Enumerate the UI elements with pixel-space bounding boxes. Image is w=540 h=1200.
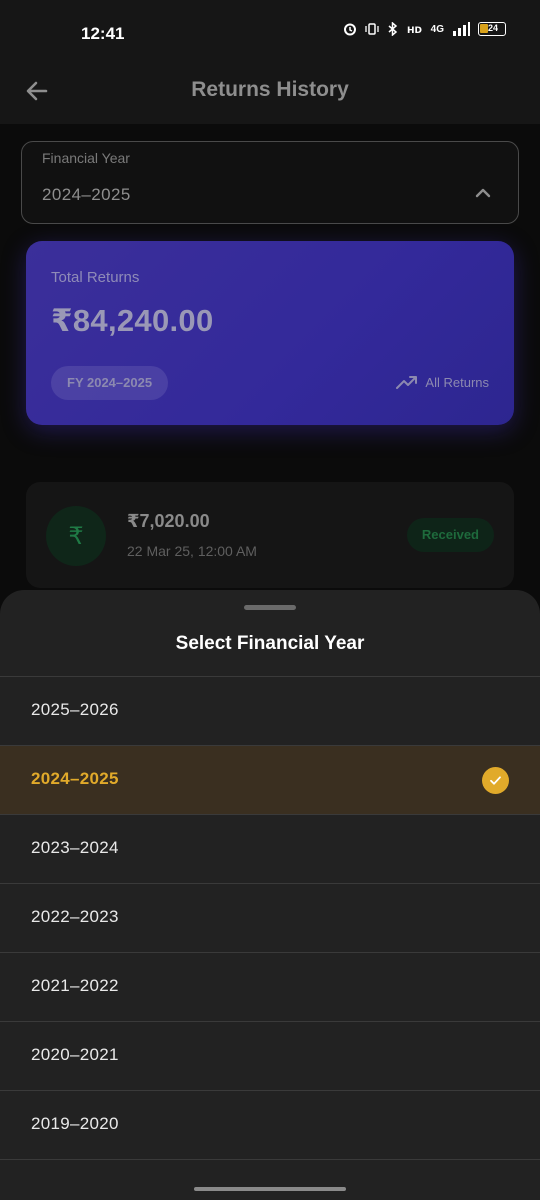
- status-badge: Received: [406, 518, 494, 552]
- fy-chip: FY 2024–2025: [51, 366, 169, 400]
- status-bar: 12:41 HD 4G 24: [0, 0, 540, 64]
- year-option-label: 2022–2023: [31, 907, 119, 926]
- hd-icon: HD: [407, 26, 422, 36]
- trending-up-icon: [396, 376, 418, 389]
- chevron-up-icon: [475, 188, 491, 198]
- financial-year-value: 2024–2025: [42, 185, 131, 204]
- transaction-date: 22 Mar 25, 12:00 AM: [127, 543, 257, 559]
- year-option-label: 2025–2026: [31, 700, 119, 719]
- all-returns-link[interactable]: All Returns: [396, 374, 489, 390]
- alarm-icon: [343, 23, 356, 36]
- drag-handle[interactable]: [244, 605, 296, 610]
- year-option-label: 2019–2020: [31, 1114, 119, 1133]
- battery-level: 24: [488, 23, 499, 33]
- status-icons: HD 4G 24: [343, 22, 506, 36]
- financial-year-dropdown[interactable]: Financial Year 2024–2025: [21, 141, 519, 224]
- battery-icon: 24: [478, 22, 506, 36]
- year-option-label: 2020–2021: [31, 1045, 119, 1064]
- vibrate-icon: [365, 23, 379, 35]
- page-title: Returns History: [191, 78, 349, 101]
- svg-text:HD: HD: [407, 26, 422, 36]
- year-option[interactable]: 2025–2026: [0, 676, 540, 745]
- transaction-amount: ₹7,020.00: [127, 511, 210, 531]
- transaction-card[interactable]: ₹ ₹7,020.00 22 Mar 25, 12:00 AM Received: [26, 482, 514, 588]
- home-indicator[interactable]: [194, 1187, 346, 1191]
- status-time: 12:41: [81, 24, 125, 43]
- year-option-label: 2023–2024: [31, 838, 119, 857]
- year-option[interactable]: 2022–2023: [0, 883, 540, 952]
- year-option-label: 2021–2022: [31, 976, 119, 995]
- year-list-divider: [0, 1159, 540, 1200]
- year-option-label: 2024–2025: [31, 769, 119, 788]
- total-returns-label: Total Returns: [51, 269, 140, 286]
- total-returns-card: Total Returns ₹84,240.00 FY 2024–2025 Al…: [26, 241, 514, 425]
- rupee-icon: ₹: [46, 506, 106, 566]
- year-list: 2025–2026 2024–2025 2023–2024 2022–2023 …: [0, 676, 540, 1200]
- signal-icon: [453, 22, 470, 36]
- year-option[interactable]: 2023–2024: [0, 814, 540, 883]
- year-option[interactable]: 2020–2021: [0, 1021, 540, 1090]
- year-option-selected[interactable]: 2024–2025: [0, 745, 540, 814]
- year-option[interactable]: 2021–2022: [0, 952, 540, 1021]
- app-bar: Returns History: [0, 64, 540, 124]
- battery-fill: [480, 24, 488, 33]
- bluetooth-icon: [388, 22, 397, 36]
- check-icon: [482, 767, 509, 794]
- financial-year-label: Financial Year: [42, 150, 130, 166]
- all-returns-label: All Returns: [425, 374, 489, 390]
- financial-year-sheet: Select Financial Year 2025–2026 2024–202…: [0, 590, 540, 1200]
- year-option[interactable]: 2019–2020: [0, 1090, 540, 1159]
- sheet-title: Select Financial Year: [175, 633, 365, 654]
- total-returns-amount: ₹84,240.00: [51, 303, 214, 338]
- network-type: 4G: [430, 23, 444, 35]
